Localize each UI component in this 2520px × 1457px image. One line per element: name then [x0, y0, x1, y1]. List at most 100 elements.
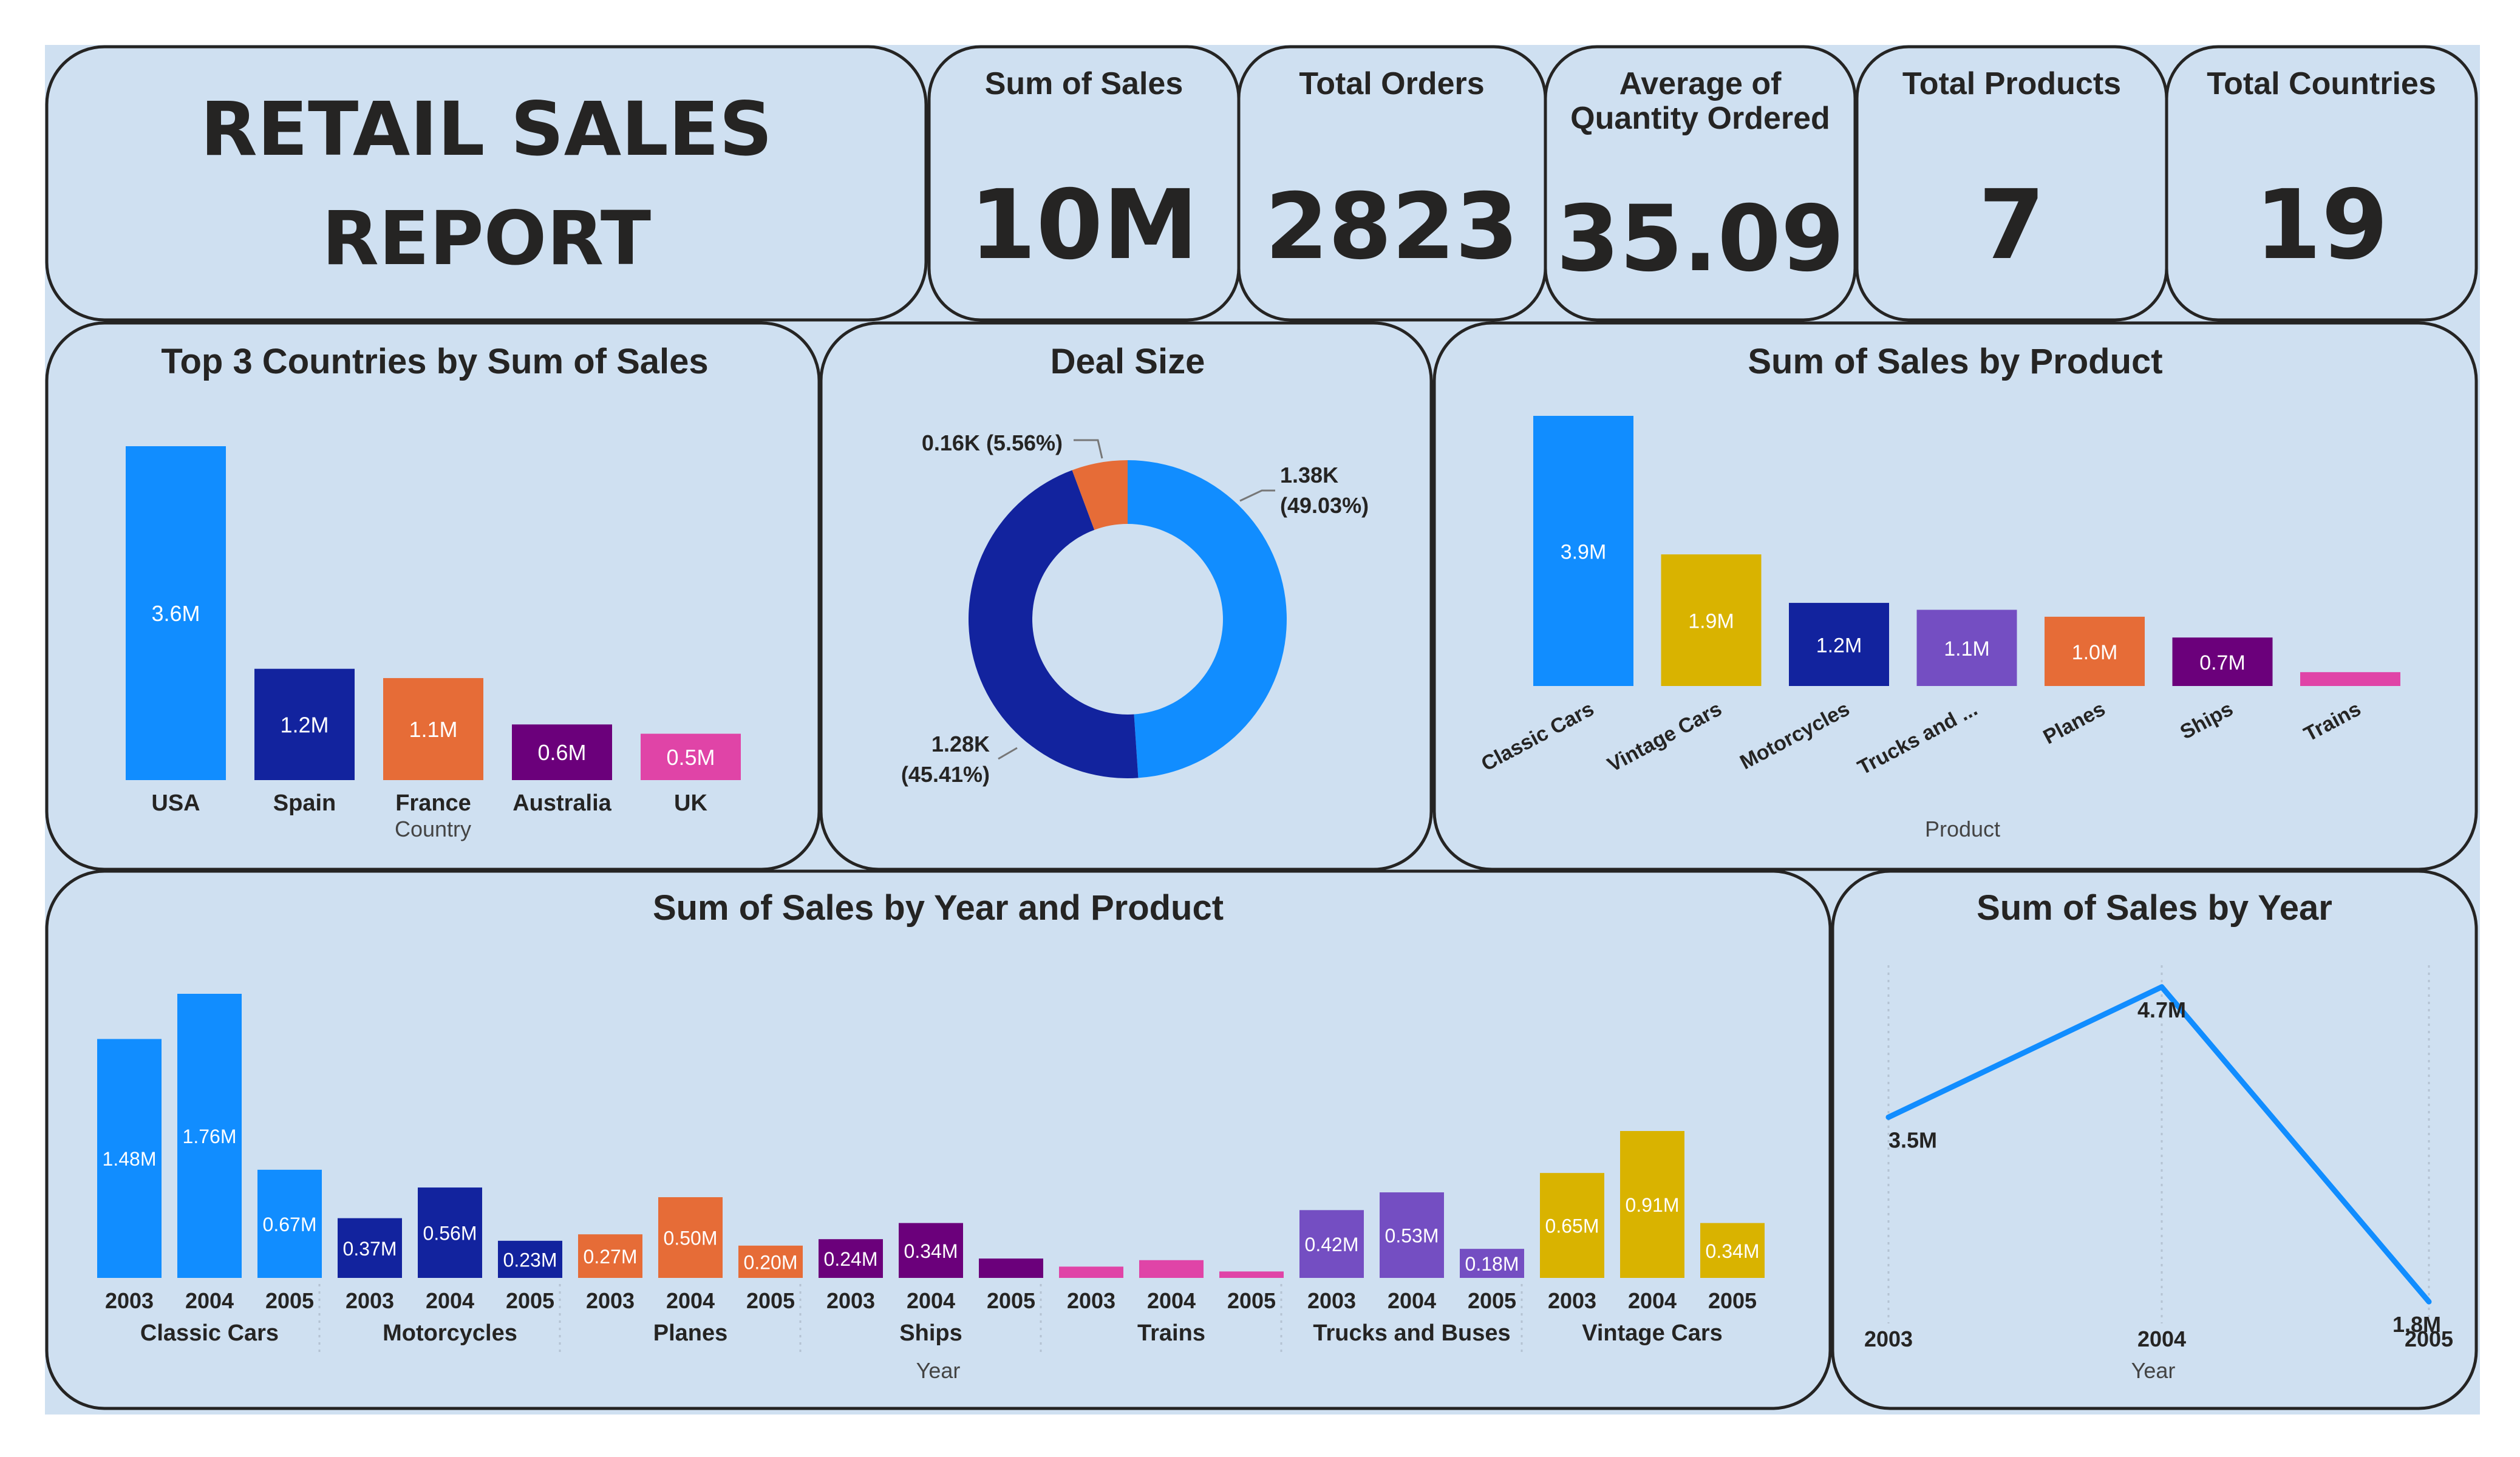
x-tick-label: Australia: [513, 790, 611, 816]
bar-value-label: 1.9M: [1688, 610, 1734, 633]
bar-value-label: 0.50M: [664, 1228, 718, 1249]
x-axis-title: Year: [916, 1358, 961, 1383]
bar-value-label: 1.2M: [1816, 634, 1862, 657]
slice-label: 0.16K (5.56%): [922, 430, 1063, 455]
x-tick-label: 2005: [987, 1288, 1035, 1313]
bar-value-label: 0.20M: [744, 1251, 798, 1273]
kpi-card-total-countries[interactable]: Total Countries 19: [2165, 45, 2478, 322]
x-tick-label: 2003: [1307, 1288, 1356, 1313]
kpi-value: 35.09: [1556, 186, 1844, 292]
x-tick-label: Spain: [273, 790, 336, 816]
x-tick-label: 2005: [1708, 1288, 1757, 1313]
slice-label: 1.38K: [1280, 463, 1338, 487]
kpi-card-total-products[interactable]: Total Products 7: [1855, 45, 2168, 322]
x-tick-label: 2003: [105, 1288, 154, 1313]
bar-value-label: 0.42M: [1305, 1234, 1359, 1255]
kpi-label: Total Countries: [2207, 66, 2436, 101]
bar-value-label: 0.91M: [1626, 1194, 1680, 1216]
bar-value-label: 0.65M: [1545, 1215, 1599, 1237]
bar-value-label: 0.7M: [2199, 651, 2246, 674]
x-tick-label: 2003: [1864, 1326, 1913, 1351]
x-tick-label: 2005: [1468, 1288, 1516, 1313]
x-tick-label: USA: [151, 790, 200, 816]
group-label: Planes: [653, 1320, 728, 1346]
kpi-value: 7: [1978, 169, 2045, 281]
bar-value-label: 1.0M: [2072, 641, 2118, 664]
group-label: Ships: [899, 1320, 962, 1346]
x-tick-label: 2003: [826, 1288, 875, 1313]
chart-card-sales-by-year-product[interactable]: Sum of Sales by Year and Product 1.48M 20…: [45, 869, 1832, 1410]
title-card: RETAIL SALES REPORT: [45, 45, 928, 322]
slice-label: (49.03%): [1280, 493, 1369, 518]
x-tick-label: 2004: [2137, 1326, 2186, 1351]
group-label: Trains: [1137, 1320, 1205, 1346]
x-tick-label: 2005: [1227, 1288, 1276, 1313]
chart-title: Sum of Sales by Product: [1748, 342, 2162, 381]
chart-title: Deal Size: [1051, 342, 1205, 381]
x-tick-label: 2004: [1628, 1288, 1677, 1313]
bar-value-label: 3.6M: [151, 601, 200, 626]
x-axis-title: Year: [2131, 1358, 2176, 1383]
chart-card-frame: [819, 321, 1433, 871]
x-axis-title: Product: [1925, 817, 2000, 841]
kpi-label: Quantity Ordered: [1570, 101, 1830, 136]
group-label: Trucks and Buses: [1313, 1320, 1510, 1346]
point-value-label: 4.7M: [2137, 997, 2186, 1022]
bar[interactable]: [2300, 672, 2400, 686]
chart-card-top-countries[interactable]: Top 3 Countries by Sum of Sales 3.6M USA 1…: [45, 321, 821, 871]
bar-value-label: 1.76M: [183, 1126, 237, 1147]
x-tick-label: 2005: [746, 1288, 795, 1313]
bar-value-label: 1.1M: [409, 717, 457, 742]
bar-value-label: 0.5M: [666, 745, 715, 770]
bar-value-label: 0.18M: [1465, 1253, 1519, 1275]
kpi-card-total-orders[interactable]: Total Orders 2823: [1237, 45, 1547, 322]
x-tick-label: 2004: [1147, 1288, 1196, 1313]
x-tick-label: 2004: [666, 1288, 715, 1313]
x-tick-label: UK: [674, 790, 707, 816]
bar-value-label: 3.9M: [1561, 541, 1607, 564]
slice-label: (45.41%): [901, 762, 990, 787]
bar-value-label: 0.34M: [1706, 1240, 1760, 1262]
kpi-label: Total Orders: [1299, 66, 1484, 101]
kpi-label: Sum of Sales: [985, 66, 1183, 101]
bar-value-label: 0.53M: [1385, 1225, 1439, 1247]
bar[interactable]: [1059, 1266, 1123, 1278]
point-value-label: 3.5M: [1888, 1127, 1937, 1152]
x-tick-label: 2003: [1067, 1288, 1115, 1313]
kpi-value: 2823: [1265, 174, 1518, 280]
group-label: Motorcycles: [383, 1320, 517, 1346]
kpi-label: Total Products: [1902, 66, 2121, 101]
x-tick-label: 2004: [185, 1288, 234, 1313]
kpi-value: 19: [2255, 169, 2388, 281]
x-tick-label: 2005: [2405, 1326, 2453, 1351]
chart-card-deal-size[interactable]: Deal Size 0.16K (5.56%) 1.38K (49.03%) 1…: [819, 321, 1433, 871]
dashboard-canvas: RETAIL SALES REPORT Sum of Sales 10M Tot…: [45, 45, 2480, 1415]
group-label: Classic Cars: [140, 1320, 279, 1346]
bar-value-label: 0.37M: [343, 1238, 397, 1260]
chart-card-sales-by-year[interactable]: Sum of Sales by Year 3.5M20034.7M20041.8…: [1831, 869, 2478, 1410]
kpi-label: Average of: [1619, 66, 1782, 101]
report-title-line1: RETAIL SALES: [200, 86, 772, 172]
kpi-card-average-quantity[interactable]: Average of Quantity Ordered 35.09: [1544, 45, 1857, 322]
x-tick-label: 2005: [506, 1288, 554, 1313]
x-axis-title: Country: [395, 817, 471, 841]
bar-value-label: 0.23M: [503, 1249, 557, 1271]
slice-label: 1.28K: [931, 732, 990, 756]
bar-value-label: 0.67M: [263, 1214, 317, 1235]
x-tick-label: 2004: [1388, 1288, 1436, 1313]
x-tick-label: 2005: [265, 1288, 314, 1313]
chart-title: Sum of Sales by Year and Product: [653, 888, 1224, 928]
chart-card-sales-by-product[interactable]: Sum of Sales by Product 3.9MClassic Cars…: [1432, 321, 2478, 871]
bar-value-label: 1.48M: [103, 1148, 157, 1170]
bar-value-label: 1.2M: [280, 712, 329, 737]
bar[interactable]: [1219, 1271, 1284, 1278]
bar-value-label: 0.24M: [824, 1248, 878, 1270]
bar[interactable]: [1139, 1260, 1204, 1278]
group-label: Vintage Cars: [1582, 1320, 1723, 1346]
x-tick-label: 2003: [586, 1288, 635, 1313]
bar[interactable]: [979, 1258, 1043, 1278]
kpi-card-sum-of-sales[interactable]: Sum of Sales 10M: [927, 45, 1241, 322]
bar-value-label: 0.6M: [537, 740, 586, 765]
x-tick-label: 2004: [426, 1288, 474, 1313]
bar-value-label: 1.1M: [1944, 637, 1990, 661]
